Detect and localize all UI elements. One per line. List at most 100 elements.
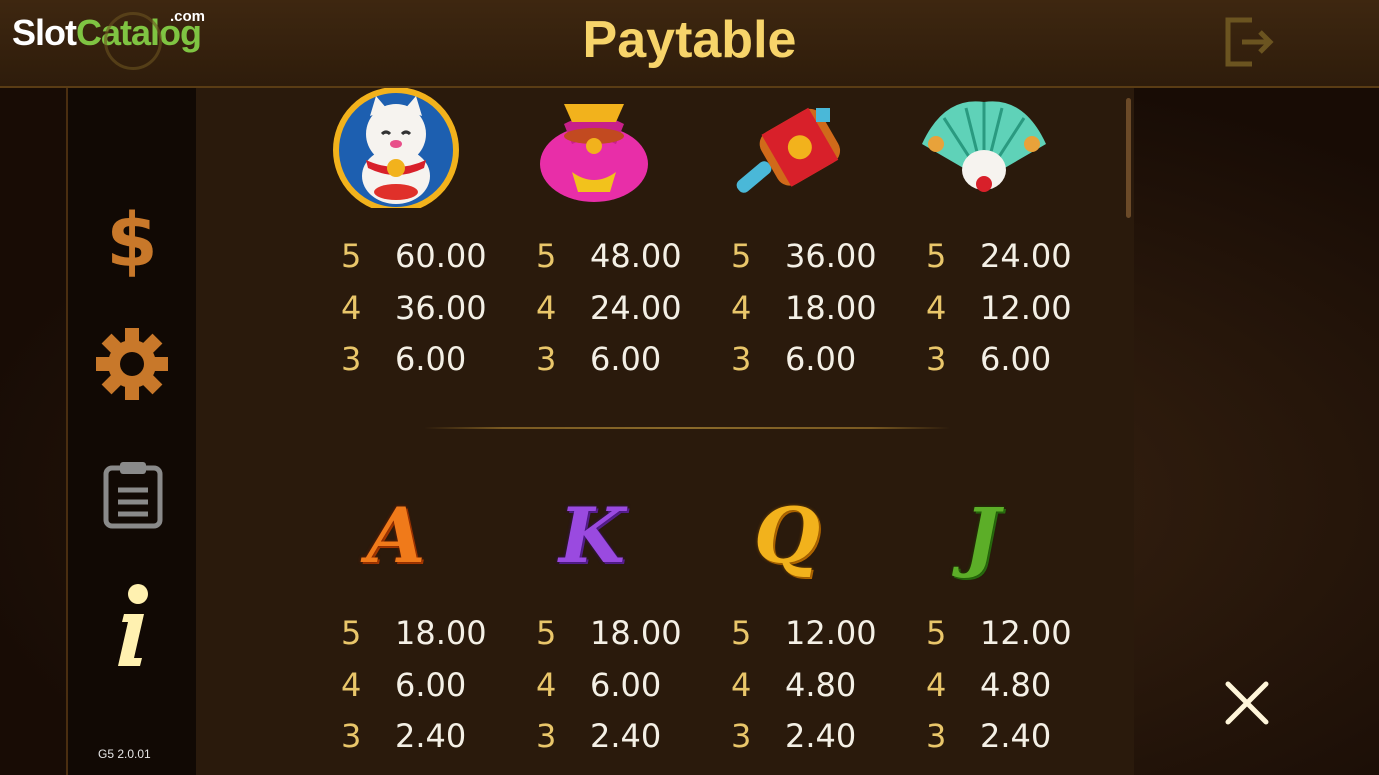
pay-value: 6.00 — [785, 340, 857, 378]
fan-icon — [922, 101, 1046, 192]
pay-count: 4 — [341, 288, 362, 327]
gear-icon[interactable] — [96, 328, 168, 400]
pay-value: 6.00 — [590, 665, 662, 704]
pay-list-lucky-cat: 5 60.00 4 36.00 3 6.00 — [341, 237, 541, 392]
pay-row: 4 4.80 — [731, 666, 931, 718]
clipboard-icon[interactable] — [102, 460, 164, 530]
pay-row: 4 36.00 — [341, 289, 541, 341]
pay-row: 5 18.00 — [536, 614, 736, 666]
pay-row: 5 48.00 — [536, 237, 736, 289]
pay-row: 4 18.00 — [731, 289, 931, 341]
pay-row: 3 2.40 — [341, 717, 541, 769]
pay-value: 60.00 — [395, 237, 487, 275]
svg-text:$: $ — [106, 198, 158, 278]
pay-count: 5 — [341, 237, 362, 275]
pay-row: 5 18.00 — [341, 614, 541, 666]
pay-value: 18.00 — [395, 614, 487, 652]
info-icon[interactable] — [102, 578, 162, 674]
pay-value: 2.40 — [395, 717, 467, 755]
pay-count: 3 — [536, 717, 557, 755]
scrollbar[interactable] — [1126, 98, 1131, 218]
pay-value: 24.00 — [980, 237, 1072, 275]
sidebar: $ G5 2.0.01 — [66, 88, 198, 775]
pay-count: 3 — [341, 340, 362, 378]
pay-row: 3 6.00 — [536, 340, 736, 392]
pay-row: 3 6.00 — [731, 340, 931, 392]
pay-value: 2.40 — [590, 717, 662, 755]
pay-value: 6.00 — [590, 340, 662, 378]
pay-count: 4 — [536, 665, 557, 704]
section-divider — [424, 427, 950, 429]
pay-row: 5 24.00 — [926, 237, 1126, 289]
pay-value: 18.00 — [590, 614, 682, 652]
pay-row: 4 6.00 — [341, 666, 541, 718]
pay-count: 4 — [731, 665, 752, 704]
pay-row: 4 6.00 — [536, 666, 736, 718]
pay-count: 3 — [926, 340, 947, 378]
pay-count: 4 — [926, 665, 947, 704]
pay-row: 4 12.00 — [926, 289, 1126, 341]
pay-count: 3 — [731, 717, 752, 755]
close-icon[interactable] — [1222, 678, 1272, 728]
pay-row: 4 4.80 — [926, 666, 1126, 718]
pay-value: 36.00 — [395, 288, 487, 327]
pay-value: 6.00 — [395, 665, 467, 704]
pay-value: 2.40 — [980, 717, 1052, 755]
pay-row: 3 6.00 — [341, 340, 541, 392]
pay-value: 4.80 — [785, 665, 857, 704]
money-bag-icon — [540, 104, 648, 202]
pay-count: 3 — [341, 717, 362, 755]
exit-icon[interactable] — [1222, 16, 1276, 68]
lucky-cat-icon — [333, 88, 459, 208]
pay-row: 5 12.00 — [926, 614, 1126, 666]
version-label: G5 2.0.01 — [98, 747, 151, 761]
page-title: Paytable — [582, 11, 797, 69]
pay-count: 5 — [926, 614, 947, 652]
symbol-q: Q — [753, 491, 821, 580]
pay-row: 5 36.00 — [731, 237, 931, 289]
pay-value: 6.00 — [395, 340, 467, 378]
pay-count: 5 — [731, 614, 752, 652]
pay-row: 5 60.00 — [341, 237, 541, 289]
pay-count: 4 — [536, 288, 557, 327]
pay-count: 5 — [731, 237, 752, 275]
pay-row: 5 12.00 — [731, 614, 931, 666]
header-bar: SlotCatalog .com Paytable — [0, 0, 1379, 88]
pay-value: 18.00 — [785, 288, 877, 327]
symbol-k: K — [558, 491, 626, 580]
pay-value: 12.00 — [980, 614, 1072, 652]
pay-list-a: 5 18.00 4 6.00 3 2.40 — [341, 614, 541, 769]
pay-value: 12.00 — [785, 614, 877, 652]
pay-row: 3 2.40 — [731, 717, 931, 769]
pay-value: 6.00 — [980, 340, 1052, 378]
pay-value: 2.40 — [785, 717, 857, 755]
pay-list-mallet: 5 36.00 4 18.00 3 6.00 — [731, 237, 931, 392]
symbol-j: J — [964, 491, 1000, 580]
pay-count: 3 — [536, 340, 557, 378]
pay-list-fan: 5 24.00 4 12.00 3 6.00 — [926, 237, 1126, 392]
pay-count: 5 — [926, 237, 947, 275]
pay-list-q: 5 12.00 4 4.80 3 2.40 — [731, 614, 931, 769]
pay-row: 4 24.00 — [536, 289, 736, 341]
pay-row: 3 6.00 — [926, 340, 1126, 392]
pay-value: 36.00 — [785, 237, 877, 275]
pay-value: 24.00 — [590, 288, 682, 327]
pay-list-money-bag: 5 48.00 4 24.00 3 6.00 — [536, 237, 736, 392]
pay-value: 4.80 — [980, 665, 1052, 704]
pay-count: 3 — [731, 340, 752, 378]
mallet-icon — [736, 107, 841, 193]
pay-count: 5 — [536, 237, 557, 275]
pay-list-j: 5 12.00 4 4.80 3 2.40 — [926, 614, 1126, 769]
pay-row: 3 2.40 — [536, 717, 736, 769]
pay-count: 4 — [926, 288, 947, 327]
pay-count: 3 — [926, 717, 947, 755]
pay-count: 5 — [341, 614, 362, 652]
pay-value: 12.00 — [980, 288, 1072, 327]
dollar-icon[interactable]: $ — [106, 198, 158, 278]
pay-count: 4 — [341, 665, 362, 704]
pay-row: 3 2.40 — [926, 717, 1126, 769]
pay-list-k: 5 18.00 4 6.00 3 2.40 — [536, 614, 736, 769]
pay-value: 48.00 — [590, 237, 682, 275]
pay-count: 4 — [731, 288, 752, 327]
pay-count: 5 — [536, 614, 557, 652]
